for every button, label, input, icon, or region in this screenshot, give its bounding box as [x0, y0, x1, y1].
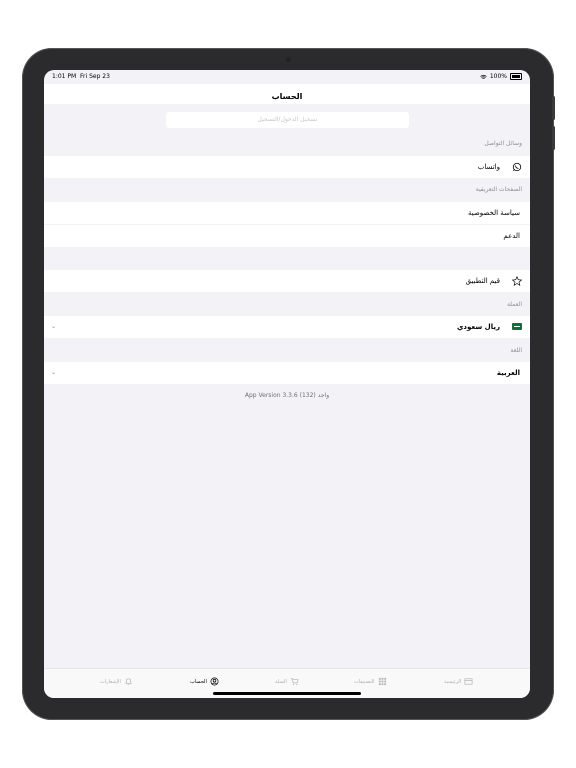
screen: 1:01 PM Fri Sep 23 100% الحساب تسجيل الد…: [44, 70, 530, 698]
tab-home[interactable]: الرئيسية: [444, 677, 473, 686]
chevron-down-icon[interactable]: ⌄: [51, 316, 56, 338]
rate-app-label: قيم التطبيق: [465, 277, 500, 285]
status-right: 100%: [480, 73, 522, 80]
section-currency: العملة: [506, 301, 522, 308]
cart-icon: [290, 678, 299, 686]
tab-notifications[interactable]: الإشعارات: [100, 677, 133, 686]
volume-button: [552, 96, 555, 120]
privacy-label: سياسة الخصوصية: [467, 209, 520, 217]
row-privacy[interactable]: سياسة الخصوصية: [44, 202, 530, 224]
battery-icon: [510, 73, 522, 80]
tab-categories[interactable]: التصنيفات: [354, 677, 387, 686]
volume-button-2: [552, 126, 555, 150]
tab-categories-label: التصنيفات: [354, 678, 375, 685]
section-language: اللغة: [510, 347, 522, 354]
tab-home-label: الرئيسية: [444, 678, 462, 685]
nav-bar: الحساب: [44, 84, 530, 104]
row-language[interactable]: العربية ⌄: [44, 362, 530, 384]
bell-icon: [125, 678, 132, 685]
star-icon: [512, 276, 522, 286]
login-register-button[interactable]: تسجيل الدخول/التسجيل: [166, 112, 409, 128]
battery-percent: 100%: [489, 73, 507, 80]
section-pages: الصفحات التعريفية: [475, 186, 522, 193]
home-indicator: [213, 692, 361, 695]
page-title: الحساب: [271, 92, 303, 101]
whatsapp-icon: [512, 162, 522, 172]
status-time-date: 1:01 PM Fri Sep 23: [52, 73, 110, 80]
row-currency[interactable]: ريال سعودي ⌄: [44, 316, 530, 338]
home-icon: [464, 678, 473, 685]
tab-notifications-label: الإشعارات: [100, 678, 121, 685]
wifi-icon: [480, 74, 487, 79]
tab-account[interactable]: الحساب: [190, 677, 219, 686]
whatsapp-label: واتساب: [477, 163, 500, 171]
section-social: وسائل التواصل: [484, 140, 522, 147]
currency-value: ريال سعودي: [456, 323, 500, 331]
chevron-down-icon[interactable]: ⌄: [51, 362, 56, 384]
camera: [286, 57, 291, 62]
tab-cart[interactable]: السلة: [275, 677, 299, 686]
row-whatsapp[interactable]: واتساب: [44, 156, 530, 178]
saudi-flag-icon: [512, 323, 522, 330]
language-value: العربية: [496, 369, 520, 377]
user-circle-icon: [210, 677, 219, 686]
app-version: App Version 3.3.6 (132) واجد: [244, 392, 330, 399]
row-rate-app[interactable]: قيم التطبيق: [44, 270, 530, 292]
support-label: الدعم: [503, 232, 520, 240]
row-support[interactable]: الدعم: [44, 225, 530, 247]
tab-account-label: الحساب: [190, 678, 207, 685]
status-bar: 1:01 PM Fri Sep 23 100%: [44, 70, 530, 84]
grid-icon: [378, 677, 386, 686]
status-date: Fri Sep 23: [80, 73, 110, 80]
status-time: 1:01 PM: [52, 73, 77, 80]
tab-cart-label: السلة: [275, 678, 287, 685]
